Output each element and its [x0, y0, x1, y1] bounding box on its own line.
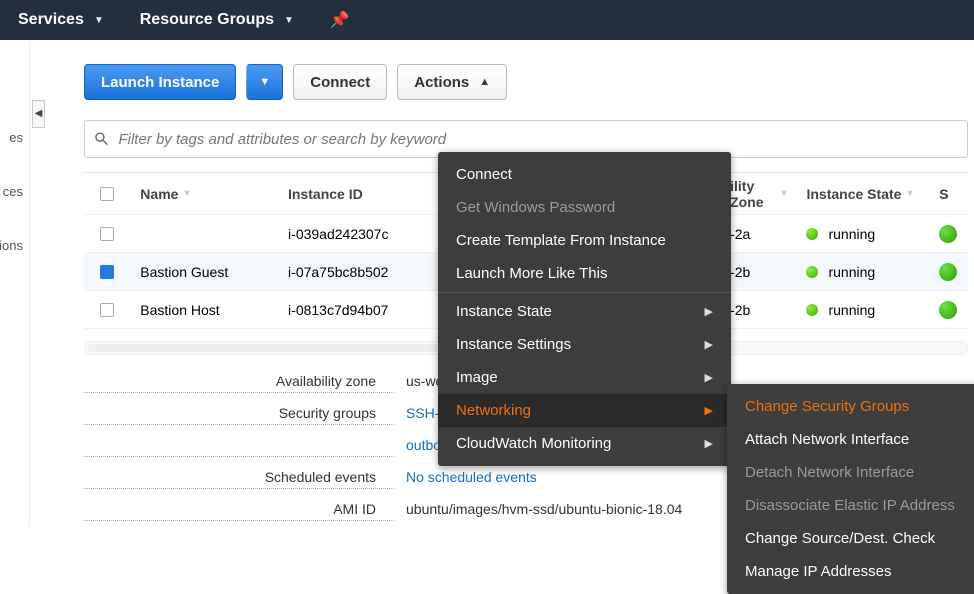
cell-state: running [796, 264, 929, 280]
status-check-icon [939, 301, 957, 319]
chevron-up-icon: ▲ [479, 76, 490, 88]
cell-instance-id: i-07a75bc8b502 [278, 264, 456, 280]
detail-value-sched: No scheduled events [394, 469, 537, 489]
submenu-attach-eni[interactable]: Attach Network Interface [727, 423, 974, 456]
cell-state-label: running [828, 302, 875, 318]
status-dot-icon [806, 266, 818, 278]
menu-cloudwatch[interactable]: CloudWatch Monitoring▶ [438, 427, 731, 460]
launch-instance-dropdown[interactable]: ▼ [246, 64, 283, 100]
col-instance-id-label: Instance ID [288, 186, 363, 202]
col-state-label: Instance State [806, 186, 901, 202]
nav-resource-groups-label: Resource Groups [140, 11, 274, 29]
row-checkbox[interactable] [100, 227, 114, 241]
menu-separator [438, 292, 731, 293]
col-more[interactable]: S [929, 186, 968, 202]
cell-name: Bastion Guest [130, 264, 278, 280]
menu-networking[interactable]: Networking▶ [438, 394, 731, 427]
cell-instance-id: i-039ad242307c [278, 226, 456, 242]
col-instance-state[interactable]: Instance State ▾ [796, 186, 929, 202]
menu-instance-settings[interactable]: Instance Settings▶ [438, 328, 731, 361]
status-check-icon [939, 263, 957, 281]
menu-connect[interactable]: Connect [438, 158, 731, 191]
col-name[interactable]: Name ▾ [130, 186, 278, 202]
cell-state: running [796, 226, 929, 242]
col-availability-zone[interactable]: ility Zone ▾ [720, 178, 796, 210]
select-all-checkbox[interactable] [84, 187, 130, 201]
status-check-icon [939, 225, 957, 243]
chevron-right-icon: ▶ [705, 371, 713, 384]
cell-az: -2a [720, 226, 796, 242]
status-dot-icon [806, 304, 818, 316]
cell-az: -2b [720, 302, 796, 318]
col-az-label: ility Zone [730, 178, 775, 210]
detail-value-ami: ubuntu/images/hvm-ssd/ubuntu-bionic-18.0… [394, 501, 682, 521]
connect-button[interactable]: Connect [293, 64, 387, 100]
row-checkbox[interactable] [100, 265, 114, 279]
menu-get-windows-password: Get Windows Password [438, 191, 731, 224]
sort-icon: ▾ [781, 188, 786, 199]
chevron-down-icon: ▼ [284, 15, 294, 26]
menu-image[interactable]: Image▶ [438, 361, 731, 394]
connect-label: Connect [310, 74, 370, 91]
chevron-right-icon: ▶ [705, 437, 713, 450]
actions-button[interactable]: Actions ▲ [397, 64, 507, 100]
row-checkbox[interactable] [100, 303, 114, 317]
launch-instance-button[interactable]: Launch Instance [84, 64, 236, 100]
nav-services-label: Services [18, 11, 84, 29]
sidebar-item[interactable]: tions [0, 218, 29, 272]
networking-submenu: Change Security Groups Attach Network In… [727, 384, 974, 594]
cell-state-label: running [828, 264, 875, 280]
actions-label: Actions [414, 74, 469, 91]
submenu-manage-ip[interactable]: Manage IP Addresses [727, 555, 974, 588]
cell-state: running [796, 302, 929, 318]
menu-launch-more[interactable]: Launch More Like This [438, 257, 731, 290]
filter-input[interactable] [118, 131, 957, 148]
left-sidebar-collapsed: es ces tions [0, 40, 30, 527]
col-name-label: Name [140, 186, 178, 202]
menu-instance-state[interactable]: Instance State▶ [438, 295, 731, 328]
cell-az: -2b [720, 264, 796, 280]
status-dot-icon [806, 228, 818, 240]
submenu-disassoc-eip: Disassociate Elastic IP Address [727, 489, 974, 522]
actions-dropdown: Connect Get Windows Password Create Temp… [438, 152, 731, 466]
pin-icon[interactable]: 📌 [330, 10, 350, 30]
sort-icon: ▾ [184, 188, 189, 199]
instance-toolbar: Launch Instance ▼ Connect Actions ▲ [84, 64, 974, 100]
detail-label-az: Availability zone [84, 373, 394, 393]
menu-create-template[interactable]: Create Template From Instance [438, 224, 731, 257]
submenu-change-security-groups[interactable]: Change Security Groups [727, 390, 974, 423]
detail-label-sched: Scheduled events [84, 469, 394, 489]
submenu-detach-eni: Detach Network Interface [727, 456, 974, 489]
chevron-right-icon: ▶ [705, 404, 713, 417]
chevron-right-icon: ▶ [705, 305, 713, 318]
submenu-src-dest-check[interactable]: Change Source/Dest. Check [727, 522, 974, 555]
col-more-label: S [939, 186, 948, 202]
launch-instance-label: Launch Instance [101, 74, 219, 91]
detail-label-ami: AMI ID [84, 501, 394, 521]
cell-state-label: running [828, 226, 875, 242]
detail-label-sg: Security groups [84, 405, 394, 425]
sidebar-item[interactable]: ces [0, 164, 29, 218]
top-nav: Services ▼ Resource Groups ▼ 📌 [0, 0, 974, 40]
cell-instance-id: i-0813c7d94b07 [278, 302, 456, 318]
search-icon [93, 130, 110, 148]
nav-resource-groups[interactable]: Resource Groups ▼ [140, 11, 294, 29]
chevron-down-icon: ▼ [259, 76, 270, 88]
nav-services[interactable]: Services ▼ [18, 11, 104, 29]
col-instance-id[interactable]: Instance ID [278, 186, 456, 202]
cell-name: Bastion Host [130, 302, 278, 318]
chevron-down-icon: ▼ [94, 15, 104, 26]
sidebar-item[interactable]: es [0, 110, 29, 164]
chevron-right-icon: ▶ [705, 338, 713, 351]
sort-icon: ▾ [907, 188, 912, 199]
